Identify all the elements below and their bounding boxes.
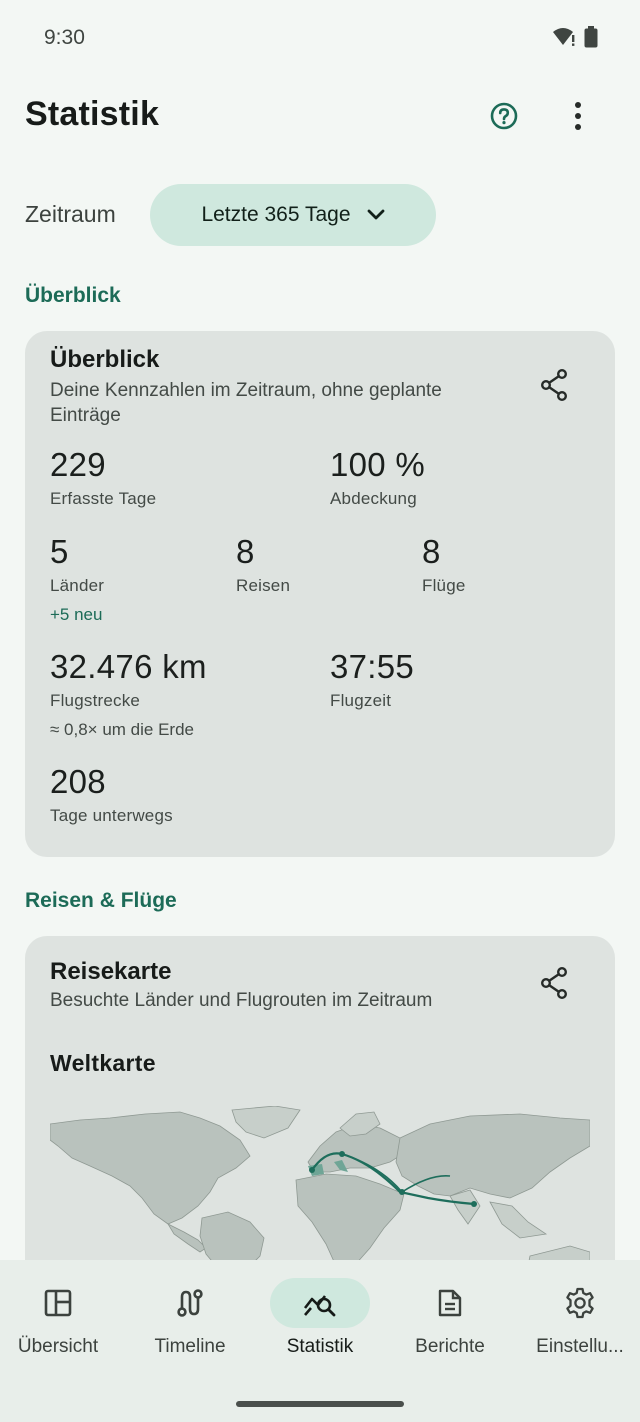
metric-countries: 5 Länder +5 neu [50,533,104,625]
document-icon [438,1289,462,1317]
help-circle-icon [490,102,518,130]
statistics-screen: 9:30 Statistik Zeitraum Letzte 365 Tage … [0,0,640,1422]
nav-item-timeline[interactable]: Timeline [126,1278,254,1378]
status-bar: 9:30 [0,0,640,78]
metric-value: 32.476 km [50,648,207,685]
nav-item-overview[interactable]: Übersicht [0,1278,122,1378]
metric-label: Tage unterwegs [50,806,173,825]
metric-days-away: 208 Tage unterwegs [50,763,173,826]
help-button[interactable] [480,92,528,140]
nav-pill [530,1278,630,1328]
home-indicator[interactable] [236,1401,404,1407]
period-selected-value: Letzte 365 Tage [201,203,351,226]
map-greenland [231,1106,301,1139]
metric-recorded-days: 229 Erfasste Tage [50,446,156,509]
travel-map-share-button[interactable] [530,959,578,1007]
travel-map-card-subtitle: Besuchte Länder und Flugrouten im Zeitra… [50,990,433,1011]
nav-pill [270,1278,370,1328]
metric-value: 8 [422,533,441,570]
app-bar: Statistik [0,78,640,156]
dashboard-icon [44,1289,72,1317]
metric-value: 208 [50,763,106,800]
wifi-alert-icon [553,28,575,46]
gear-icon [566,1287,594,1319]
share-icon [540,369,568,402]
metric-label: Reisen [236,576,291,595]
nav-item-settings[interactable]: Einstellu... [516,1278,640,1378]
metric-new-countries: +5 neu [50,605,103,624]
map-africa [295,1173,405,1266]
nav-label: Timeline [154,1336,226,1357]
period-label: Zeitraum [25,201,116,227]
metric-value: 229 [50,446,106,483]
travel-map-card-title: Reisekarte [50,958,172,985]
map-southeast-asia [489,1201,548,1239]
metric-label: Erfasste Tage [50,489,157,508]
map-asia [395,1113,590,1199]
world-map-title: Weltkarte [50,1050,156,1076]
metric-value: 5 [50,533,69,570]
overview-card: Überblick Deine Kennzahlen im Zeitraum, … [25,331,615,857]
page-title: Statistik [25,95,160,133]
metric-value: 8 [236,533,255,570]
nav-label: Berichte [415,1336,485,1357]
world-map[interactable] [50,1106,590,1266]
metric-flights: 8 Flüge [422,533,466,596]
map-india [449,1189,481,1225]
status-icons [552,26,598,48]
share-icon [540,967,568,1000]
nav-pill [400,1278,500,1328]
route-icon [177,1289,203,1317]
bottom-navigation: Übersicht Timeline Statistik Berichte Ei… [0,1260,640,1422]
map-north-america [50,1111,251,1225]
metric-coverage: 100 % Abdeckung [330,446,425,509]
map-airport [339,1151,345,1157]
metric-label: Flugstrecke [50,691,141,710]
metric-label: Flüge [422,576,466,595]
metric-label: Länder [50,576,105,595]
map-airport [309,1167,315,1173]
nav-label: Einstellu... [536,1336,624,1357]
more-vert-icon [575,102,581,130]
nav-item-reports[interactable]: Berichte [386,1278,514,1378]
map-south-america [199,1211,265,1266]
section-heading-trips: Reisen & Flüge [25,889,177,912]
chevron-down-icon [367,209,384,220]
metric-flight-distance: 32.476 km Flugstrecke ≈ 0,8× um die Erde [50,648,207,740]
metric-value: 37:55 [330,648,415,685]
metric-trips: 8 Reisen [236,533,290,596]
travel-map-card: Reisekarte Besuchte Länder und Flugroute… [25,936,615,1296]
map-airport [399,1189,405,1195]
section-heading-overview: Überblick [25,284,121,307]
status-time: 9:30 [44,26,85,49]
overview-share-button[interactable] [530,361,578,409]
overview-card-subtitle: Deine Kennzahlen im Zeitraum, ohne gepla… [50,380,442,426]
metric-flight-time: 37:55 Flugzeit [330,648,414,711]
map-airport [471,1201,477,1207]
nav-label: Übersicht [17,1336,99,1357]
period-dropdown[interactable]: Letzte 365 Tage [150,184,436,246]
metric-earth-comparison: ≈ 0,8× um die Erde [50,720,194,739]
overview-card-title: Überblick [50,346,160,373]
metric-label: Abdeckung [330,489,417,508]
nav-item-statistics[interactable]: Statistik [256,1278,384,1378]
metric-value: 100 % [330,446,426,483]
nav-pill [140,1278,240,1328]
nav-label: Statistik [286,1336,354,1357]
query-stats-icon [303,1295,336,1317]
nav-pill [8,1278,108,1328]
more-options-button[interactable] [554,92,602,140]
metric-label: Flugzeit [330,691,392,710]
battery-icon [584,26,598,48]
